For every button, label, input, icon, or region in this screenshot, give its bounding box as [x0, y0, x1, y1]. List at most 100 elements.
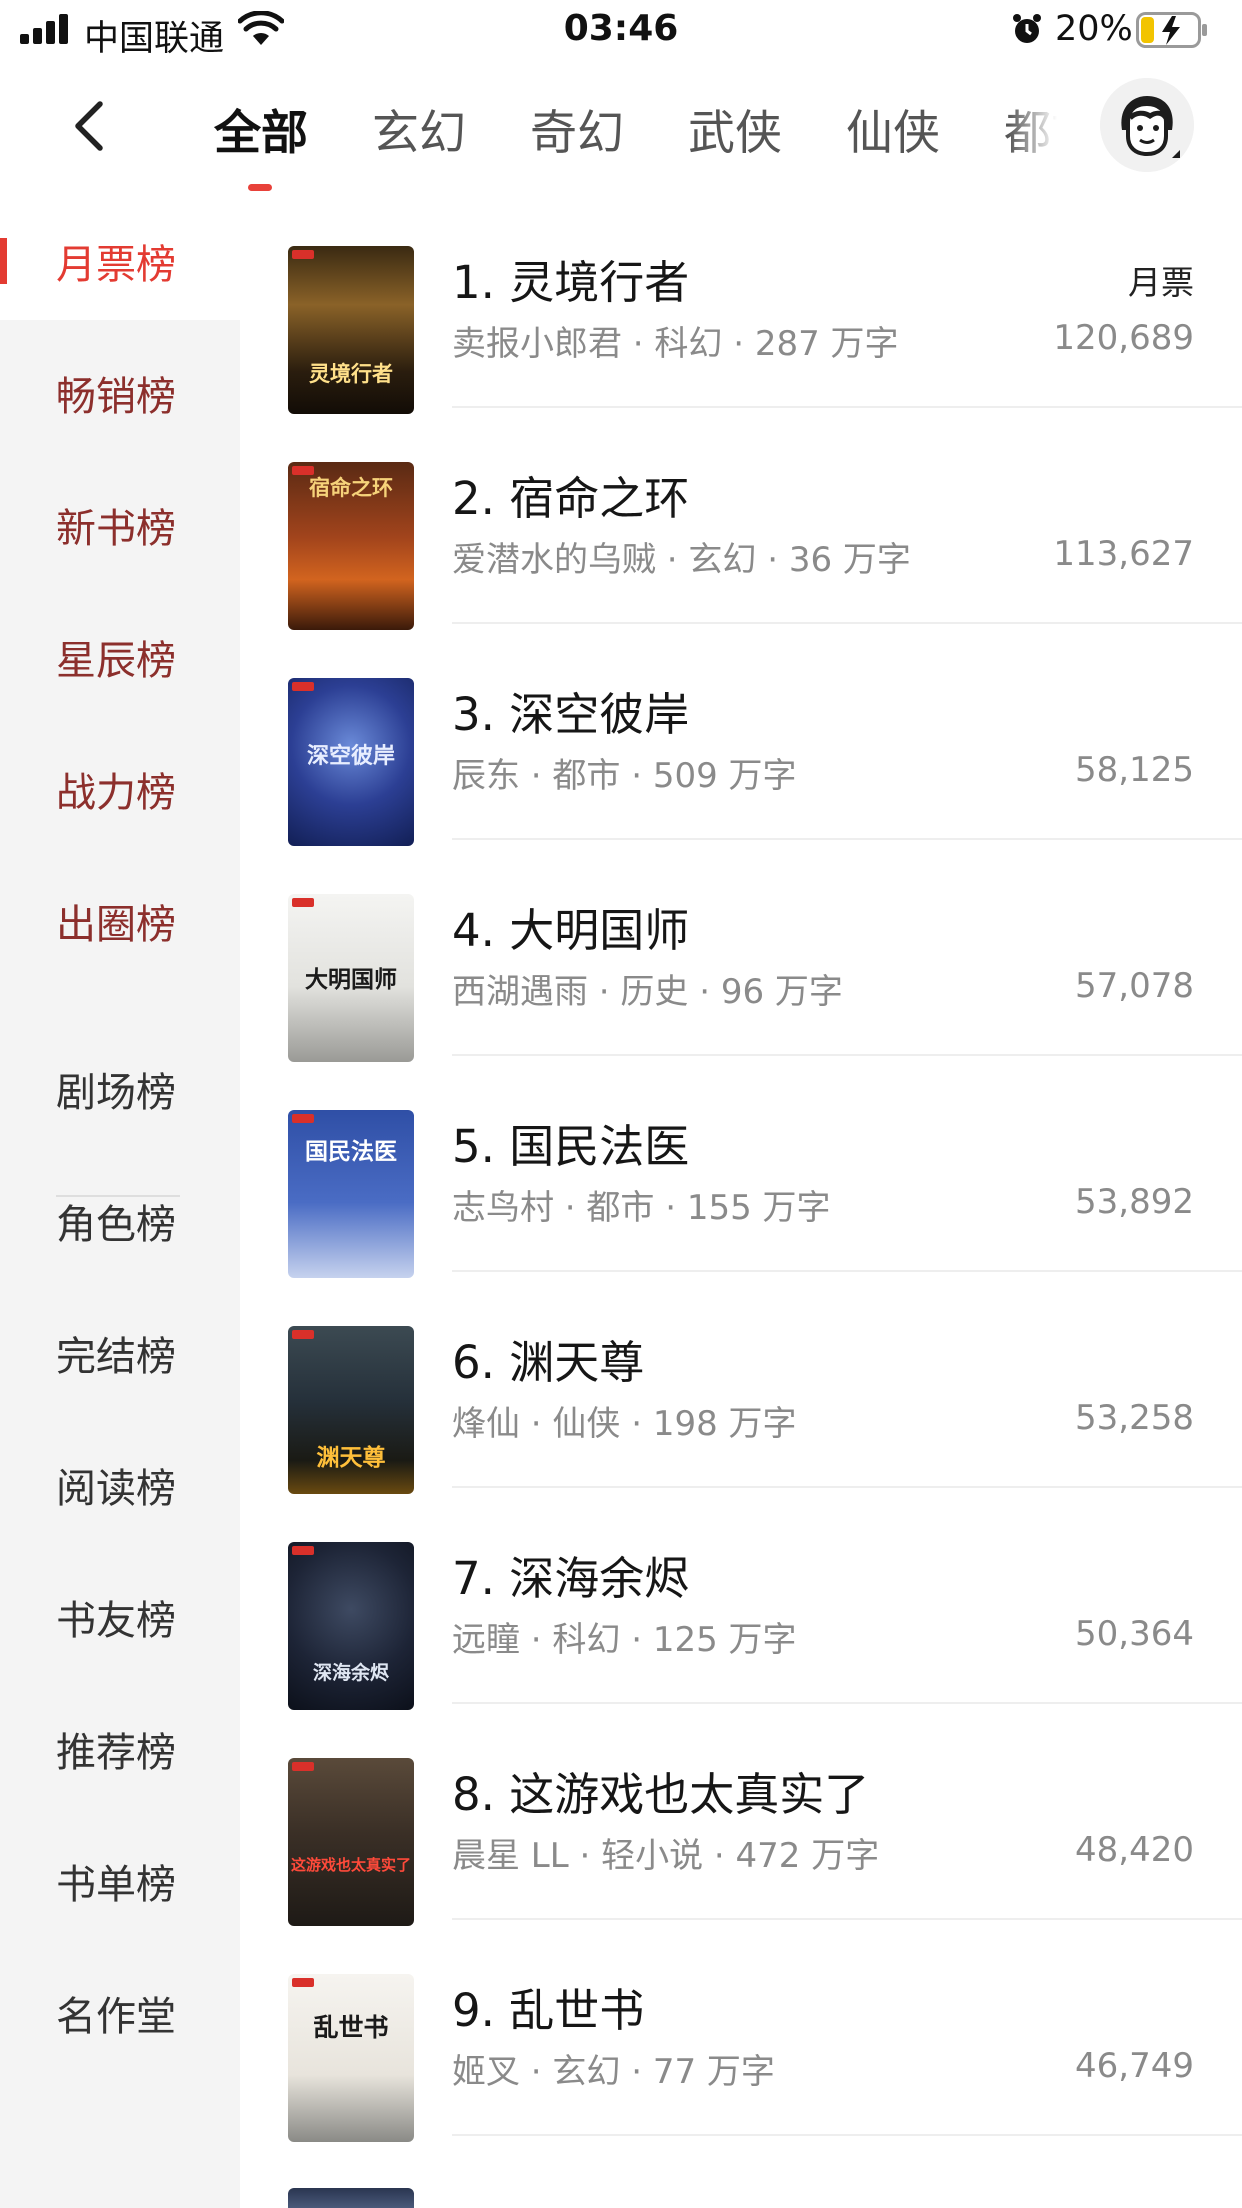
book-cover[interactable]: 灵境行者 [288, 246, 414, 414]
book-cover-partial[interactable] [288, 2188, 414, 2208]
tabs-fade [1008, 62, 1078, 190]
sidebar-item-label: 名作堂 [56, 1994, 176, 2040]
sidebar-item-label: 书单榜 [56, 1862, 176, 1908]
book-cover[interactable]: 渊天尊 [288, 1326, 414, 1494]
book-title: 7. 深海余烬 [452, 1552, 690, 1605]
ticket-count: 53,892 [1075, 1182, 1194, 1222]
publisher-badge [292, 682, 314, 691]
list-item[interactable]: 国民法医 5. 国民法医 志鸟村 · 都市 · 155 万字 53,892 [240, 1054, 1242, 1278]
ticket-count: 50,364 [1075, 1614, 1194, 1654]
sidebar-item-reading[interactable]: 阅读榜 [0, 1414, 240, 1544]
avatar-icon[interactable] [1100, 78, 1194, 172]
list-item[interactable]: 这游戏也太真实了 8. 这游戏也太真实了 晨星 LL · 轻小说 · 472 万… [240, 1702, 1242, 1926]
book-meta: 西湖遇雨 · 历史 · 96 万字 [452, 972, 843, 1012]
sidebar-item-label: 书友榜 [56, 1598, 176, 1644]
sidebar-item-label: 战力榜 [56, 770, 176, 816]
book-title: 9. 乱世书 [452, 1984, 645, 2037]
publisher-badge [292, 1330, 314, 1339]
book-cover[interactable]: 深海余烬 [288, 1542, 414, 1710]
publisher-badge [292, 1114, 314, 1123]
row-divider [452, 2134, 1242, 2136]
sidebar-item-label: 月票榜 [56, 242, 176, 288]
status-bar: 中国联通 03:46 20% [0, 0, 1242, 62]
sidebar-item-label: 推荐榜 [56, 1730, 176, 1776]
active-marker [0, 238, 7, 284]
cover-title: 乱世书 [313, 2013, 389, 2042]
publisher-badge [292, 1546, 314, 1555]
list-item[interactable]: 大明国师 4. 大明国师 西湖遇雨 · 历史 · 96 万字 57,078 [240, 838, 1242, 1062]
sidebar-item-recommend[interactable]: 推荐榜 [0, 1678, 240, 1808]
ranking-sidebar: 月票榜 畅销榜 新书榜 星辰榜 战力榜 出圈榜 剧场榜 角色榜 完结榜 阅读榜 … [0, 190, 240, 2208]
book-cover[interactable]: 深空彼岸 [288, 678, 414, 846]
book-ranking-list: 灵境行者 1. 灵境行者 卖报小郎君 · 科幻 · 287 万字 月票 120,… [240, 190, 1242, 2208]
ticket-count: 120,689 [1053, 318, 1194, 358]
cover-title: 大明国师 [305, 966, 397, 993]
book-cover[interactable]: 乱世书 [288, 1974, 414, 2142]
ticket-count: 57,078 [1075, 966, 1194, 1006]
alarm-icon [1013, 14, 1041, 43]
battery-percent: 20% [1055, 9, 1133, 49]
book-cover[interactable]: 宿命之环 [288, 462, 414, 630]
book-meta: 卖报小郎君 · 科幻 · 287 万字 [452, 324, 899, 364]
book-title: 5. 国民法医 [452, 1120, 690, 1173]
ticket-count: 53,258 [1075, 1398, 1194, 1438]
list-item[interactable]: 深海余烬 7. 深海余烬 远瞳 · 科幻 · 125 万字 50,364 [240, 1486, 1242, 1710]
sidebar-item-label: 新书榜 [56, 506, 176, 552]
cover-title: 宿命之环 [309, 475, 393, 500]
sidebar-item-label: 畅销榜 [56, 374, 176, 420]
list-item[interactable]: 乱世书 9. 乱世书 姬叉 · 玄幻 · 77 万字 46,749 [240, 1918, 1242, 2142]
sidebar-item-power[interactable]: 战力榜 [0, 718, 240, 848]
sidebar-item-bestseller[interactable]: 畅销榜 [0, 322, 240, 452]
ticket-count: 48,420 [1075, 1830, 1194, 1870]
book-title: 1. 灵境行者 [452, 256, 690, 309]
sidebar-item-book-friends[interactable]: 书友榜 [0, 1546, 240, 1676]
sidebar-item-label: 出圈榜 [56, 902, 176, 948]
sidebar-item-label: 角色榜 [56, 1202, 176, 1248]
tab-all[interactable]: 全部 [214, 94, 308, 163]
book-title: 4. 大明国师 [452, 904, 690, 957]
cover-title: 深海余烬 [312, 1662, 389, 1684]
publisher-badge [292, 1762, 314, 1771]
book-meta: 姬叉 · 玄幻 · 77 万字 [452, 2052, 775, 2092]
back-button[interactable] [56, 92, 132, 160]
publisher-badge [292, 1978, 314, 1987]
book-title: 8. 这游戏也太真实了 [452, 1768, 870, 1821]
sidebar-item-breakout[interactable]: 出圈榜 [0, 850, 240, 980]
cover-title: 国民法医 [305, 1138, 397, 1165]
sidebar-item-monthly-ticket[interactable]: 月票榜 [0, 190, 240, 320]
cover-title: 渊天尊 [316, 1444, 386, 1471]
sidebar-item-stars[interactable]: 星辰榜 [0, 586, 240, 716]
tab-wuxia[interactable]: 武侠 [688, 94, 782, 163]
sidebar-item-completed[interactable]: 完结榜 [0, 1282, 240, 1412]
publisher-badge [292, 250, 314, 259]
book-cover[interactable]: 大明国师 [288, 894, 414, 1062]
sidebar-item-label: 阅读榜 [56, 1466, 176, 1512]
ticket-label: 月票 [1128, 263, 1194, 302]
book-meta: 爱潜水的乌贼 · 玄幻 · 36 万字 [452, 540, 911, 580]
sidebar-item-booklists[interactable]: 书单榜 [0, 1810, 240, 1940]
top-nav: 全部 玄幻 奇幻 武侠 仙侠 都市 [0, 62, 1242, 191]
book-cover[interactable]: 这游戏也太真实了 [288, 1758, 414, 1926]
cover-title: 深空彼岸 [306, 743, 395, 769]
sidebar-item-label: 完结榜 [56, 1334, 176, 1380]
sidebar-item-masterpieces[interactable]: 名作堂 [0, 1942, 240, 2072]
tab-xuanhuan[interactable]: 玄幻 [372, 94, 466, 163]
category-tabs: 全部 玄幻 奇幻 武侠 仙侠 都市 [190, 62, 1078, 190]
sidebar-item-characters[interactable]: 角色榜 [0, 1150, 240, 1280]
list-item[interactable]: 灵境行者 1. 灵境行者 卖报小郎君 · 科幻 · 287 万字 月票 120,… [240, 190, 1242, 414]
book-cover[interactable]: 国民法医 [288, 1110, 414, 1278]
book-title: 6. 渊天尊 [452, 1336, 645, 1389]
ticket-count: 113,627 [1053, 534, 1194, 574]
battery-charging-icon [1136, 12, 1207, 48]
list-item[interactable]: 宿命之环 2. 宿命之环 爱潜水的乌贼 · 玄幻 · 36 万字 113,627 [240, 406, 1242, 630]
tab-xianxia[interactable]: 仙侠 [846, 94, 940, 163]
book-meta: 烽仙 · 仙侠 · 198 万字 [452, 1404, 797, 1444]
ticket-count: 58,125 [1075, 750, 1194, 790]
list-item[interactable]: 渊天尊 6. 渊天尊 烽仙 · 仙侠 · 198 万字 53,258 [240, 1270, 1242, 1494]
list-item[interactable]: 深空彼岸 3. 深空彼岸 辰东 · 都市 · 509 万字 58,125 [240, 622, 1242, 846]
book-title: 3. 深空彼岸 [452, 688, 690, 741]
tab-qihuan[interactable]: 奇幻 [530, 94, 624, 163]
sidebar-item-theater[interactable]: 剧场榜 [0, 1018, 240, 1148]
sidebar-item-label: 星辰榜 [56, 638, 176, 684]
sidebar-item-new-books[interactable]: 新书榜 [0, 454, 240, 584]
